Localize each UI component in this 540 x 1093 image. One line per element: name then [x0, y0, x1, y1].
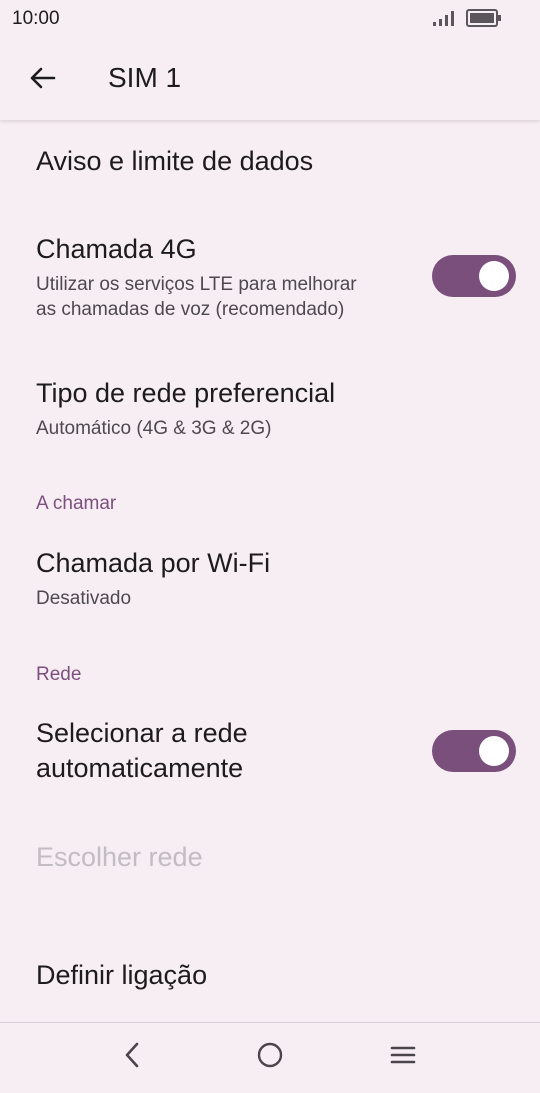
choose-network-item: Escolher rede	[0, 820, 540, 898]
signal-icon	[432, 9, 454, 32]
page-title: SIM 1	[108, 62, 182, 93]
back-button[interactable]	[22, 60, 62, 100]
volte-toggle[interactable]	[432, 255, 516, 297]
back-icon	[122, 1041, 142, 1074]
data-warning-item[interactable]: Aviso e limite de dados	[0, 120, 540, 212]
status-bar: 10:00	[0, 0, 540, 40]
volte-item[interactable]: Chamada 4G Utilizar os serviços LTE para…	[0, 214, 540, 342]
auto-select-network-item[interactable]: Selecionar a rede automaticamente	[0, 698, 540, 806]
choose-network-title: Escolher rede	[36, 842, 203, 872]
nav-home-button[interactable]	[248, 1037, 292, 1077]
set-connection-item[interactable]: Definir ligação	[0, 936, 540, 1022]
wifi-calling-title: Chamada por Wi-Fi	[36, 548, 271, 578]
navigation-bar	[0, 1022, 540, 1093]
status-icons	[432, 8, 502, 33]
home-icon	[256, 1041, 284, 1074]
arrow-left-icon	[28, 66, 56, 95]
battery-icon	[466, 8, 502, 33]
network-type-summary: Automático (4G & 3G & 2G)	[36, 418, 272, 439]
nav-menu-button[interactable]	[381, 1037, 425, 1077]
network-type-item[interactable]: Tipo de rede preferencial Automático (4G…	[0, 356, 540, 468]
auto-select-toggle[interactable]	[432, 730, 516, 772]
auto-select-title-line1: Selecionar a rede	[36, 718, 248, 748]
settings-list: Aviso e limite de dados Chamada 4G Utili…	[0, 120, 540, 1022]
section-header-network: Rede	[36, 664, 82, 685]
volte-toggle-thumb	[479, 261, 509, 291]
auto-select-toggle-thumb	[479, 736, 509, 766]
volte-summary-line2: as chamadas de voz (recomendado)	[36, 299, 345, 320]
data-warning-title: Aviso e limite de dados	[36, 146, 314, 176]
status-time: 10:00	[12, 8, 60, 29]
set-connection-title: Definir ligação	[36, 960, 208, 990]
app-bar: SIM 1	[0, 40, 540, 120]
volte-title: Chamada 4G	[36, 234, 197, 264]
auto-select-title-line2: automaticamente	[36, 753, 244, 783]
wifi-calling-summary: Desativado	[36, 588, 132, 609]
nav-back-button[interactable]	[110, 1037, 154, 1077]
volte-summary-line1: Utilizar os serviços LTE para melhorar	[36, 274, 357, 295]
section-header-calling: A chamar	[36, 493, 117, 514]
menu-icon	[390, 1044, 416, 1071]
wifi-calling-item[interactable]: Chamada por Wi-Fi Desativado	[0, 528, 540, 638]
network-type-title: Tipo de rede preferencial	[36, 378, 336, 408]
